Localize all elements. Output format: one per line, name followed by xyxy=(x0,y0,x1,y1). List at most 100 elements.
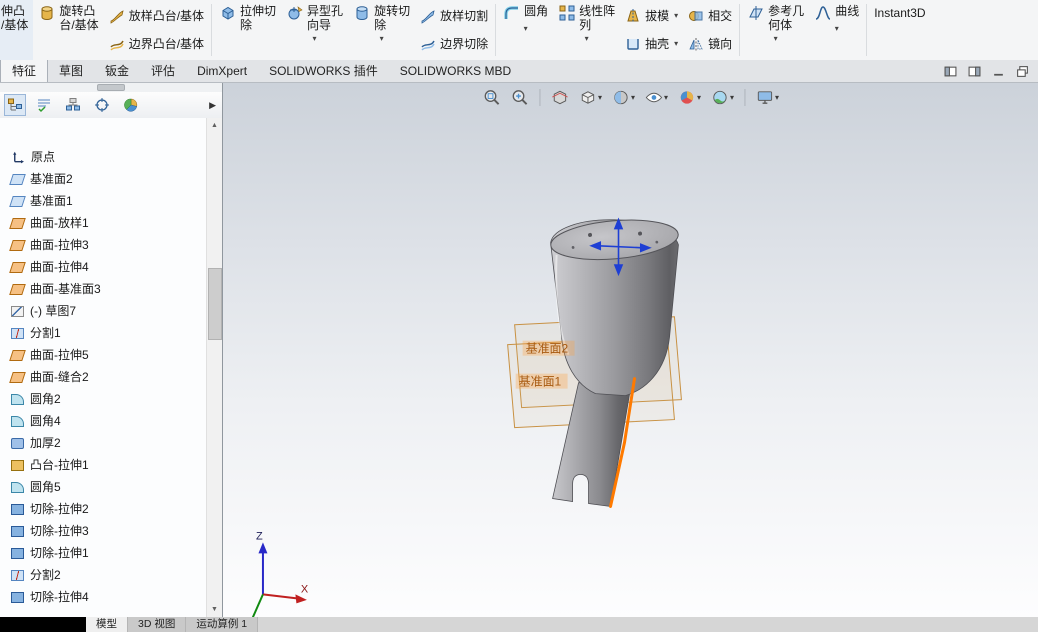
scroll-down-icon[interactable]: ▼ xyxy=(207,602,222,617)
tree-item[interactable]: 加厚2 xyxy=(0,432,207,454)
tab-sketch[interactable]: 草图 xyxy=(48,60,94,82)
panel-resize-grip[interactable] xyxy=(0,83,222,92)
pane-left-icon[interactable] xyxy=(944,65,957,78)
tree-item[interactable]: 曲面-拉伸4 xyxy=(0,256,207,278)
reference-geometry-button[interactable]: 参考几 何体 ▾ xyxy=(742,0,809,60)
extruded-cut-icon xyxy=(219,4,237,22)
fillet-button[interactable]: 圆角 ▾ xyxy=(498,0,553,60)
pane-right-icon[interactable] xyxy=(968,65,981,78)
hole-wizard-label: 异型孔 xyxy=(307,4,344,18)
tree-item[interactable]: 曲面-缝合2 xyxy=(0,366,207,388)
tab-evaluate[interactable]: 评估 xyxy=(140,60,186,82)
tree-item[interactable]: 圆角2 xyxy=(0,388,207,410)
mirror-icon xyxy=(688,36,704,52)
surface-extrude-icon xyxy=(9,239,26,251)
linear-pattern-label2: 列 xyxy=(579,18,592,32)
extruded-boss-button[interactable]: 伸凸 /基体 xyxy=(0,0,34,60)
tree-item[interactable]: 分割1 xyxy=(0,322,207,344)
tree-item[interactable]: (-) 草图7 xyxy=(0,300,207,322)
tab-dimxpert[interactable]: DimXpert xyxy=(186,60,258,82)
panel-expand-chevron-icon[interactable]: ▶ xyxy=(209,100,218,111)
hole-wizard-button[interactable]: 异型孔 向导 ▾ xyxy=(281,0,348,60)
curve-button[interactable]: 曲线 ▾ xyxy=(809,0,864,60)
linear-pattern-button[interactable]: 线性阵 列 ▾ xyxy=(553,0,620,60)
3d-views-tab[interactable]: 3D 视图 xyxy=(128,617,187,632)
model-tab[interactable]: 模型 xyxy=(86,617,128,632)
revolved-cut-button[interactable]: 旋转切 除 ▾ xyxy=(348,0,415,60)
boundary-boss-button[interactable]: 边界凸台/基体 xyxy=(109,36,204,52)
tree-item[interactable]: 切除-拉伸3 xyxy=(0,520,207,542)
ribbon-separator xyxy=(739,4,741,56)
chevron-down-icon: ▾ xyxy=(312,34,317,43)
ribbon-separator xyxy=(211,4,213,56)
reference-geometry-label: 参考几 xyxy=(768,4,805,18)
draft-label: 拔模 xyxy=(645,9,670,23)
tree-item[interactable]: 基准面1 xyxy=(0,190,207,212)
chevron-down-icon: ▾ xyxy=(834,24,839,33)
restore-window-icon[interactable] xyxy=(1016,65,1029,78)
reference-geometry-label2: 何体 xyxy=(768,18,793,32)
cut-extrude-icon xyxy=(11,591,24,603)
tree-item[interactable]: 分割2 xyxy=(0,564,207,586)
dimxpertmanager-tab-icon[interactable] xyxy=(91,94,113,116)
extruded-boss-label: 伸凸 xyxy=(1,4,26,18)
tree-item[interactable]: 基准面2 xyxy=(0,168,207,190)
graphics-area[interactable]: 基准面2 基准面1 Z X xyxy=(223,83,1038,618)
intersect-mirror-column: 相交 镜向 xyxy=(683,0,737,60)
tree-item[interactable]: 原点 xyxy=(0,146,207,168)
configurationmanager-tab-icon[interactable] xyxy=(62,94,84,116)
boss-extrude-icon xyxy=(11,459,24,471)
tree-item[interactable]: 曲面-拉伸5 xyxy=(0,344,207,366)
tree-scrollbar[interactable]: ▲ ▼ xyxy=(206,118,222,617)
motion-study-tab[interactable]: 运动算例 1 xyxy=(186,617,259,632)
feature-tree: 原点 基准面2 基准面1 曲面-放样1 曲面-拉伸3 曲面-拉伸4 曲面-基准面… xyxy=(0,118,207,617)
tree-item[interactable]: 凸台-拉伸1 xyxy=(0,454,207,476)
mirror-button[interactable]: 镜向 xyxy=(688,36,732,52)
displaymanager-tab-icon[interactable] xyxy=(120,94,142,116)
scroll-up-icon[interactable]: ▲ xyxy=(207,118,222,133)
surface-extrude-icon xyxy=(9,261,26,273)
manager-tab-bar: ▶ xyxy=(0,92,222,119)
tree-item[interactable]: 圆角5 xyxy=(0,476,207,498)
tree-item[interactable]: 切除-拉伸2 xyxy=(0,498,207,520)
tree-item[interactable]: 曲面-放样1 xyxy=(0,212,207,234)
extruded-cut-button[interactable]: 拉伸切 除 xyxy=(214,0,281,60)
tree-item[interactable]: 切除-拉伸1 xyxy=(0,542,207,564)
svg-text:Z: Z xyxy=(256,530,263,542)
revolved-boss-button[interactable]: 旋转凸 台/基体 xyxy=(33,0,103,60)
draft-button[interactable]: 拔模 ▾ xyxy=(625,8,678,24)
split-icon xyxy=(11,327,24,339)
tree-item[interactable]: 圆角4 xyxy=(0,410,207,432)
lofted-boss-button[interactable]: 放样凸台/基体 xyxy=(109,8,204,24)
svg-text:X: X xyxy=(301,583,309,595)
fillet-feature-icon xyxy=(11,393,24,405)
scrollbar-thumb[interactable] xyxy=(208,268,222,340)
lofted-cut-button[interactable]: 放样切割 xyxy=(420,8,488,24)
tab-sheet-metal[interactable]: 钣金 xyxy=(94,60,140,82)
boundary-cut-button[interactable]: 边界切除 xyxy=(420,36,488,52)
graphics-viewport[interactable]: ▾ ▾ ▾ ▾ ▾ ▾ 基准面2 基准面1 Z X xyxy=(223,83,1038,618)
cut-extrude-icon xyxy=(11,547,24,559)
instant3d-button[interactable]: Instant3D xyxy=(869,0,930,60)
featuremanager-tab-icon[interactable] xyxy=(4,94,26,116)
tree-item[interactable]: 曲面-基准面3 xyxy=(0,278,207,300)
split-icon xyxy=(11,569,24,581)
plane-label-2[interactable]: 基准面2 xyxy=(522,340,575,356)
plane-label-1[interactable]: 基准面1 xyxy=(515,373,568,389)
feature-manager-panel: ▶ 原点 基准面2 基准面1 曲面-放样1 曲面-拉伸3 曲面-拉伸4 曲面-基… xyxy=(0,83,223,617)
propertymanager-tab-icon[interactable] xyxy=(33,94,55,116)
chevron-down-icon: ▾ xyxy=(674,11,679,20)
intersect-button[interactable]: 相交 xyxy=(688,8,732,24)
shell-button[interactable]: 抽壳 ▾ xyxy=(625,36,678,52)
minimize-window-icon[interactable] xyxy=(992,65,1005,78)
tab-solidworks-mbd[interactable]: SOLIDWORKS MBD xyxy=(389,60,522,82)
thicken-icon xyxy=(11,437,24,449)
tree-item[interactable]: 切除-拉伸4 xyxy=(0,586,207,608)
tab-features[interactable]: 特征 xyxy=(0,60,49,82)
intersect-label: 相交 xyxy=(708,9,733,23)
status-bar-filler xyxy=(258,617,1038,632)
reference-geometry-icon xyxy=(747,4,765,22)
tab-solidworks-addins[interactable]: SOLIDWORKS 插件 xyxy=(258,60,389,82)
revolved-cut-icon xyxy=(353,4,371,22)
tree-item[interactable]: 曲面-拉伸3 xyxy=(0,234,207,256)
